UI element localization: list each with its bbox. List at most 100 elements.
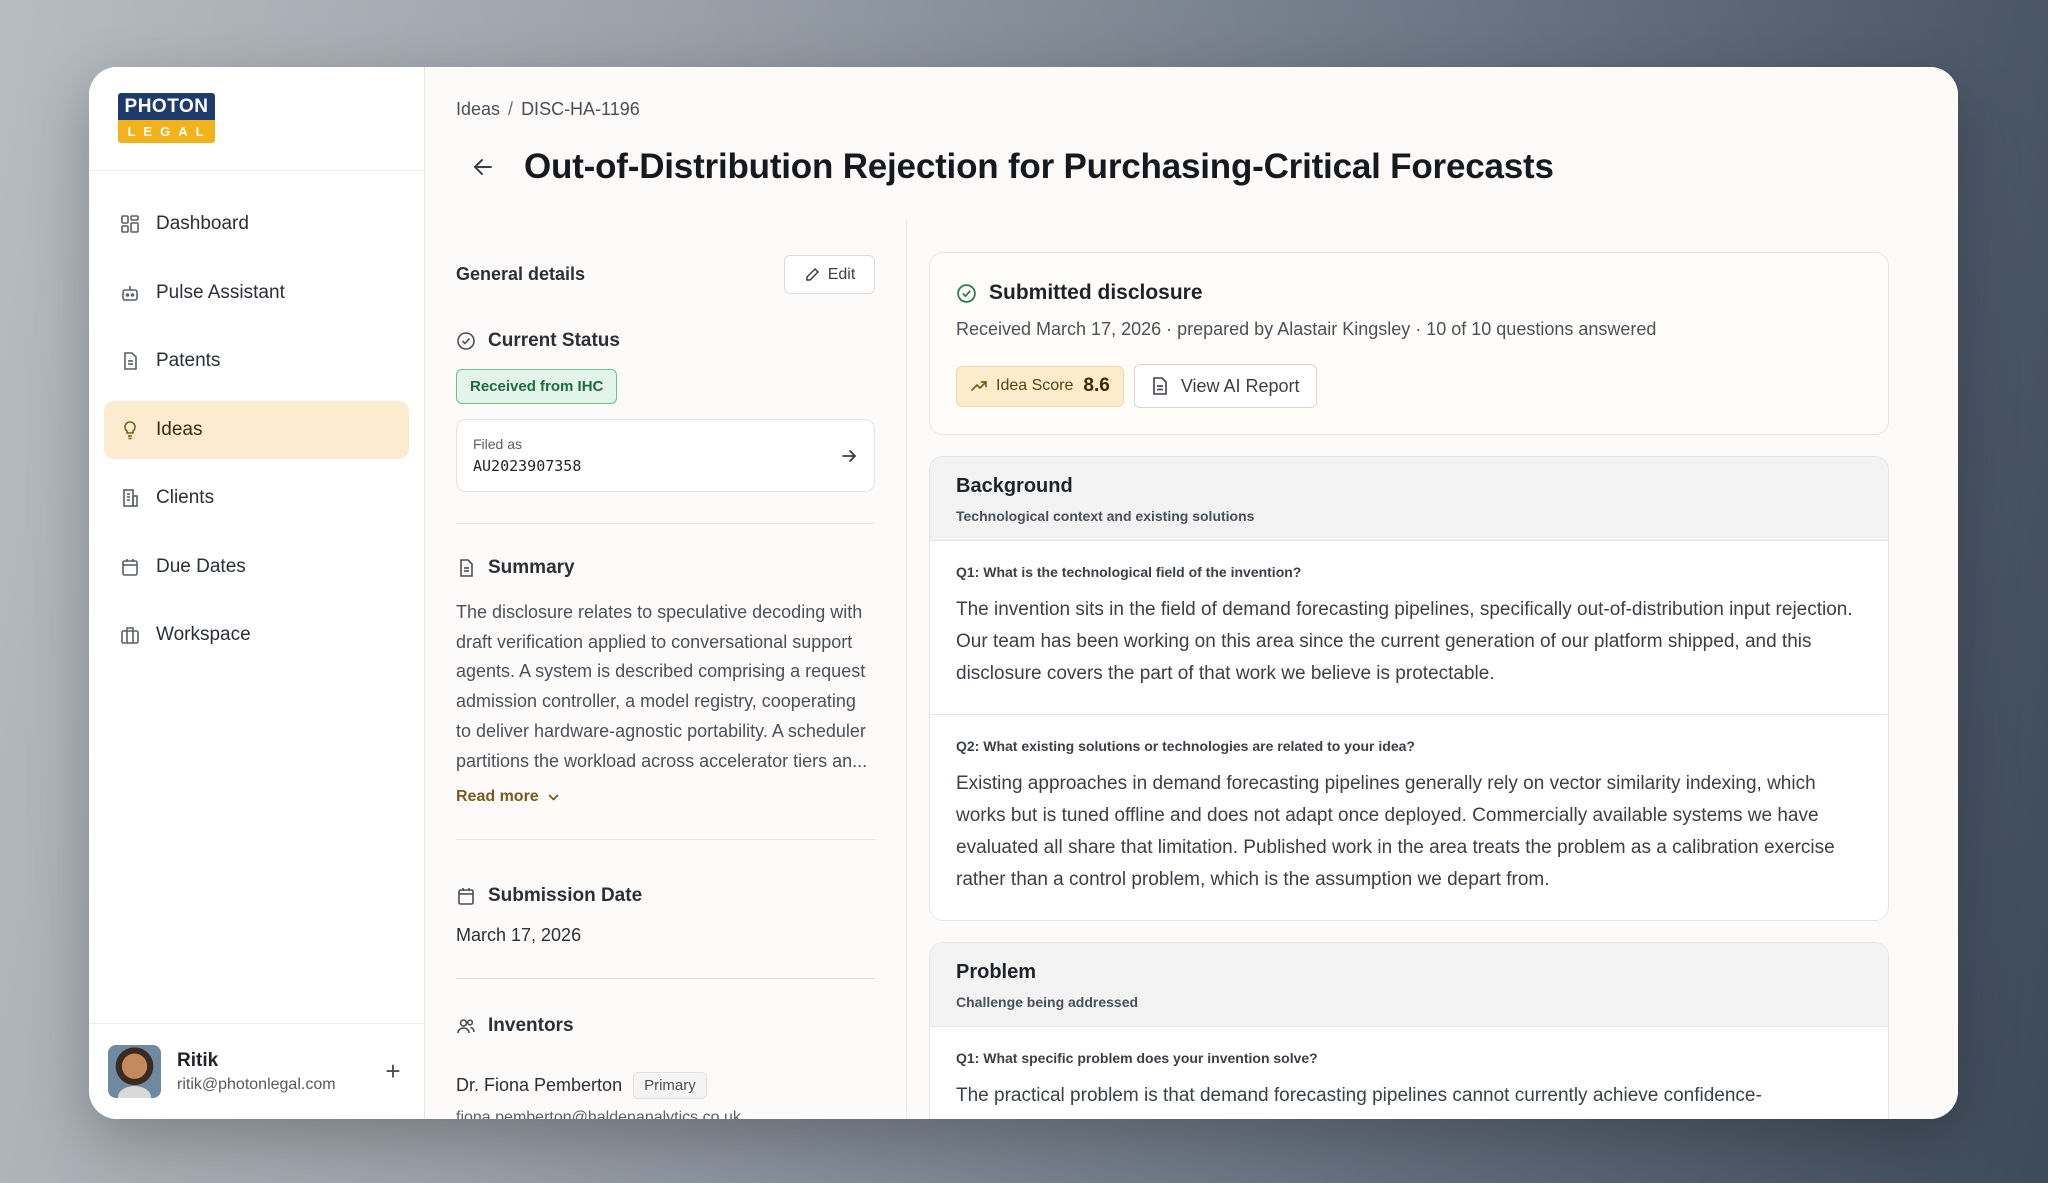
sidebar-item-due-dates[interactable]: Due Dates — [104, 538, 409, 596]
edit-button[interactable]: Edit — [784, 255, 875, 294]
check-circle-icon — [456, 331, 476, 351]
document-icon — [456, 558, 476, 578]
sidebar-item-clients[interactable]: Clients — [104, 469, 409, 527]
sidebar-item-patents[interactable]: Patents — [104, 332, 409, 390]
question-text: Q2: What existing solutions or technolog… — [956, 738, 1415, 754]
disclosure-meta: Received March 17, 2026 · prepared by Al… — [956, 319, 1657, 339]
breadcrumb-current: DISC-HA-1196 — [521, 99, 640, 119]
add-icon[interactable]: + — [381, 1056, 405, 1087]
edit-button-label: Edit — [827, 265, 856, 283]
qa-item: Q2: What existing solutions or technolog… — [930, 715, 1888, 920]
sidebar-item-label: Pulse Assistant — [156, 281, 285, 303]
divider — [456, 978, 875, 980]
section-title: Background — [956, 475, 1073, 497]
trending-up-icon — [971, 381, 987, 391]
problem-section: Problem Challenge being addressed Q1: Wh… — [929, 942, 1889, 1119]
sidebar-item-ideas[interactable]: Ideas — [104, 400, 409, 459]
section-subtitle: Technological context and existing solut… — [956, 508, 1255, 524]
inventor-row: Dr. Fiona Pemberton Primary — [456, 1072, 875, 1100]
current-status-heading: Current Status — [456, 330, 875, 352]
background-section-header[interactable]: Background Technological context and exi… — [930, 457, 1888, 541]
submitted-disclosure-card: Submitted disclosure Received March 17, … — [929, 252, 1889, 435]
idea-score-label: Idea Score — [996, 377, 1074, 394]
sidebar-item-workspace[interactable]: Workspace — [104, 606, 409, 664]
divider — [456, 839, 875, 841]
document-icon — [1153, 377, 1167, 395]
background-section: Background Technological context and exi… — [929, 456, 1889, 921]
view-ai-report-button[interactable]: View AI Report — [1133, 364, 1317, 408]
submitted-disclosure-title: Submitted disclosure — [989, 281, 1203, 304]
answer-text: Existing approaches in demand forecastin… — [956, 773, 1835, 890]
idea-score-value: 8.6 — [1083, 375, 1110, 396]
status-badge: Received from IHC — [456, 369, 618, 404]
section-subtitle: Challenge being addressed — [956, 994, 1139, 1010]
briefcase-icon — [119, 624, 141, 646]
filed-as-link[interactable]: Filed as AU2023907358 — [456, 419, 875, 492]
answer-text: The invention sits in the field of deman… — [956, 599, 1853, 684]
answer-text: The practical problem is that demand for… — [956, 1085, 1762, 1106]
sidebar-item-label: Dashboard — [156, 213, 249, 234]
user-name: Ritik — [177, 1049, 219, 1071]
sidebar-item-dashboard[interactable]: Dashboard — [104, 195, 409, 253]
divider — [456, 523, 875, 524]
filed-as-info: Filed as AU2023907358 — [473, 436, 581, 475]
inventor-name: Dr. Fiona Pemberton — [456, 1075, 623, 1096]
breadcrumb-ideas[interactable]: Ideas — [456, 99, 500, 119]
summary-text: The disclosure relates to speculative de… — [456, 602, 868, 771]
general-details-title: General details — [456, 264, 586, 284]
current-status-label: Current Status — [488, 330, 620, 351]
submission-date-heading: Submission Date — [456, 885, 875, 907]
brand-logo-bottom: LEGAL — [118, 120, 215, 143]
lightbulb-icon — [119, 419, 141, 441]
user-email: ritik@photonlegal.com — [177, 1075, 336, 1093]
sidebar-item-pulse-assistant[interactable]: Pulse Assistant — [104, 264, 409, 322]
user-profile[interactable]: Ritik ritik@photonlegal.com + — [89, 1023, 424, 1119]
qa-item: Q1: What is the technological field of t… — [930, 541, 1888, 715]
calendar-icon — [119, 556, 141, 578]
idea-score-badge: Idea Score 8.6 — [956, 365, 1124, 407]
sidebar: PHOTON LEGAL Dashboard Pulse Assistant P… — [89, 67, 425, 1119]
submission-date-value: March 17, 2026 — [456, 925, 582, 946]
general-details-panel: General details Edit Current Status Rece… — [425, 219, 907, 1119]
breadcrumb: Ideas / DISC-HA-1196 — [456, 99, 640, 120]
bot-icon — [119, 282, 141, 304]
section-title: Problem — [956, 961, 1037, 983]
sidebar-item-label: Clients — [156, 487, 215, 508]
qa-item: Q1: What specific problem does your inve… — [930, 1027, 1888, 1119]
filed-as-label: Filed as — [473, 436, 523, 452]
submission-date-label: Submission Date — [488, 885, 643, 907]
inventors-heading: Inventors — [456, 1015, 875, 1037]
primary-badge: Primary — [633, 1072, 707, 1100]
sidebar-nav: Dashboard Pulse Assistant Patents Ideas — [89, 171, 424, 1023]
breadcrumb-separator: / — [508, 99, 514, 119]
chevron-down-icon — [548, 794, 559, 801]
sidebar-item-label: Due Dates — [156, 555, 246, 577]
read-more-button[interactable]: Read more — [456, 788, 875, 806]
summary-label: Summary — [488, 557, 575, 578]
logo-area: PHOTON LEGAL — [89, 67, 424, 171]
view-ai-report-label: View AI Report — [1180, 375, 1300, 396]
summary-heading: Summary — [456, 557, 875, 579]
question-text: Q1: What specific problem does your inve… — [956, 1050, 1318, 1066]
read-more-label: Read more — [456, 788, 539, 806]
question-text: Q1: What is the technological field of t… — [956, 564, 1302, 580]
disclosure-actions: Idea Score 8.6 View AI Report — [956, 364, 1862, 408]
problem-section-header[interactable]: Problem Challenge being addressed — [930, 943, 1888, 1027]
back-arrow-icon[interactable] — [468, 152, 498, 182]
brand-logo[interactable]: PHOTON LEGAL — [118, 93, 215, 143]
app-window: PHOTON LEGAL Dashboard Pulse Assistant P… — [89, 67, 1958, 1119]
inventor-email[interactable]: fiona.pemberton@haldenanalytics.co.uk — [456, 1109, 875, 1119]
disclosure-panel: Submitted disclosure Received March 17, … — [929, 252, 1889, 1119]
submitted-disclosure-heading: Submitted disclosure — [956, 281, 1862, 305]
sidebar-item-label: Workspace — [156, 624, 251, 645]
inventors-label: Inventors — [488, 1015, 574, 1037]
title-row: Out-of-Distribution Rejection for Purcha… — [456, 147, 1554, 187]
grid-icon — [119, 213, 141, 235]
general-details-header: General details Edit — [456, 255, 875, 294]
check-circle-icon — [957, 283, 976, 303]
sidebar-item-label: Patents — [156, 350, 221, 371]
brand-logo-top: PHOTON — [118, 93, 215, 120]
pencil-icon — [805, 267, 819, 281]
users-icon — [456, 1016, 476, 1036]
page-title: Out-of-Distribution Rejection for Purcha… — [524, 147, 1554, 186]
